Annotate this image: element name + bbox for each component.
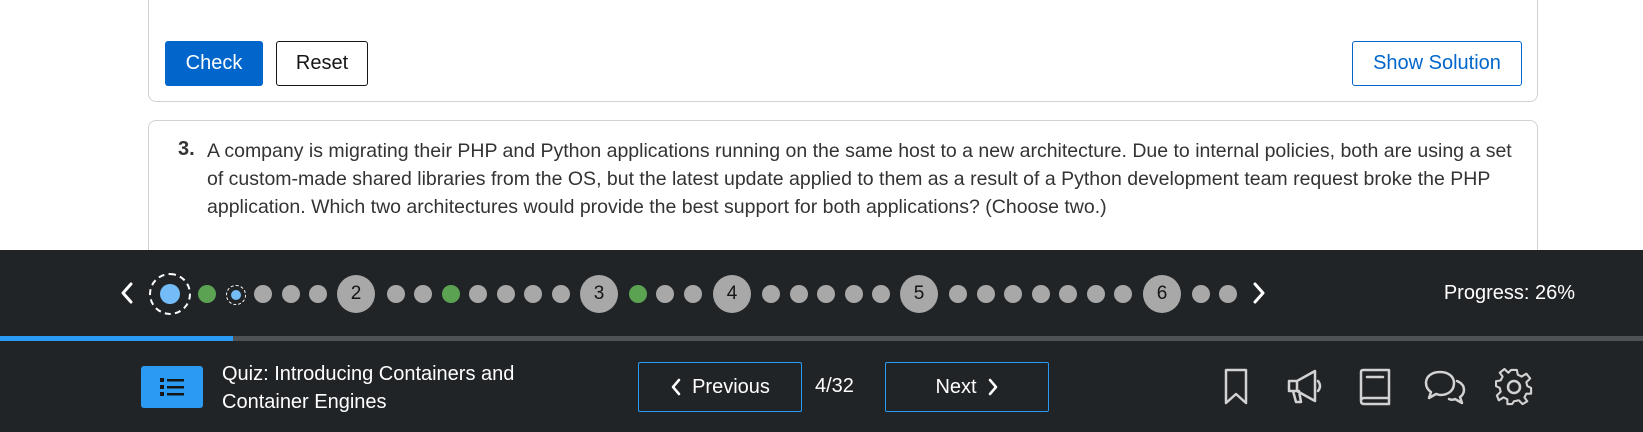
question-dot[interactable]	[762, 285, 780, 303]
question-dot[interactable]	[656, 285, 674, 303]
megaphone-icon	[1287, 369, 1322, 404]
question-dot[interactable]	[1192, 285, 1210, 303]
question-dot[interactable]	[1087, 285, 1105, 303]
chevron-right-icon	[988, 378, 997, 396]
question-dot[interactable]	[1114, 285, 1132, 303]
previous-button[interactable]: Previous	[638, 362, 802, 412]
bookmark-button[interactable]	[1215, 366, 1257, 408]
question-dot-answered[interactable]	[198, 285, 216, 303]
question-dot-answered[interactable]	[442, 285, 460, 303]
question-dot[interactable]	[1004, 285, 1022, 303]
question-dot[interactable]	[1059, 285, 1077, 303]
section-dot-6[interactable]: 6	[1143, 275, 1181, 313]
question-dot-visited[interactable]	[226, 285, 246, 305]
next-button[interactable]: Next	[885, 362, 1049, 412]
question-text: A company is migrating their PHP and Pyt…	[207, 140, 1512, 218]
current-dot-fill	[160, 284, 180, 304]
chat-icon	[1424, 370, 1466, 405]
chevron-left-icon	[671, 378, 681, 396]
question-dot[interactable]	[309, 285, 327, 303]
guide-button[interactable]	[1354, 366, 1396, 408]
question-dot[interactable]	[817, 285, 835, 303]
question-dot[interactable]	[949, 285, 967, 303]
reset-button[interactable]: Reset	[276, 41, 368, 86]
question-dot[interactable]	[469, 285, 487, 303]
question-dot[interactable]	[524, 285, 542, 303]
discussion-button[interactable]	[1424, 366, 1466, 408]
question-dot[interactable]	[845, 285, 863, 303]
check-button[interactable]: Check	[165, 41, 263, 86]
question-dot[interactable]	[1219, 285, 1237, 303]
gear-icon	[1495, 368, 1533, 406]
previous-label: Previous	[692, 375, 770, 398]
settings-button[interactable]	[1493, 366, 1535, 408]
book-icon	[1359, 368, 1391, 406]
section-dot-3[interactable]: 3	[580, 275, 618, 313]
question-dot[interactable]	[790, 285, 808, 303]
question-dot[interactable]	[387, 285, 405, 303]
section-dot-5[interactable]: 5	[900, 275, 938, 313]
progress-label: Progress: 26%	[1443, 282, 1575, 304]
question-dot[interactable]	[254, 285, 272, 303]
show-solution-button[interactable]: Show Solution	[1352, 41, 1522, 86]
question-dot[interactable]	[414, 285, 432, 303]
current-question-dot[interactable]	[149, 273, 191, 315]
question-dot[interactable]	[552, 285, 570, 303]
question-dot[interactable]	[497, 285, 515, 303]
visited-dot-fill	[231, 290, 241, 300]
question-dot[interactable]	[872, 285, 890, 303]
feedback-button[interactable]	[1284, 366, 1326, 408]
question-number: 3.	[178, 138, 195, 160]
question-dot[interactable]	[1032, 285, 1050, 303]
chevron-right-icon[interactable]	[1248, 275, 1270, 311]
next-label: Next	[935, 375, 977, 398]
section-dot-4[interactable]: 4	[713, 275, 751, 313]
question-dot[interactable]	[684, 285, 702, 303]
section-dot-2[interactable]: 2	[337, 275, 375, 313]
table-of-contents-button[interactable]	[141, 366, 203, 408]
progress-fill	[0, 336, 234, 341]
question-dot[interactable]	[282, 285, 300, 303]
question-dot[interactable]	[977, 285, 995, 303]
list-icon	[160, 378, 184, 396]
question-counter: 4/32	[815, 375, 854, 397]
chevron-left-icon[interactable]	[116, 275, 138, 311]
quiz-title: Quiz: Introducing Containers and Contain…	[222, 363, 515, 413]
question-dot-answered[interactable]	[629, 285, 647, 303]
progress-track	[0, 336, 1643, 341]
bookmark-icon	[1224, 368, 1248, 405]
